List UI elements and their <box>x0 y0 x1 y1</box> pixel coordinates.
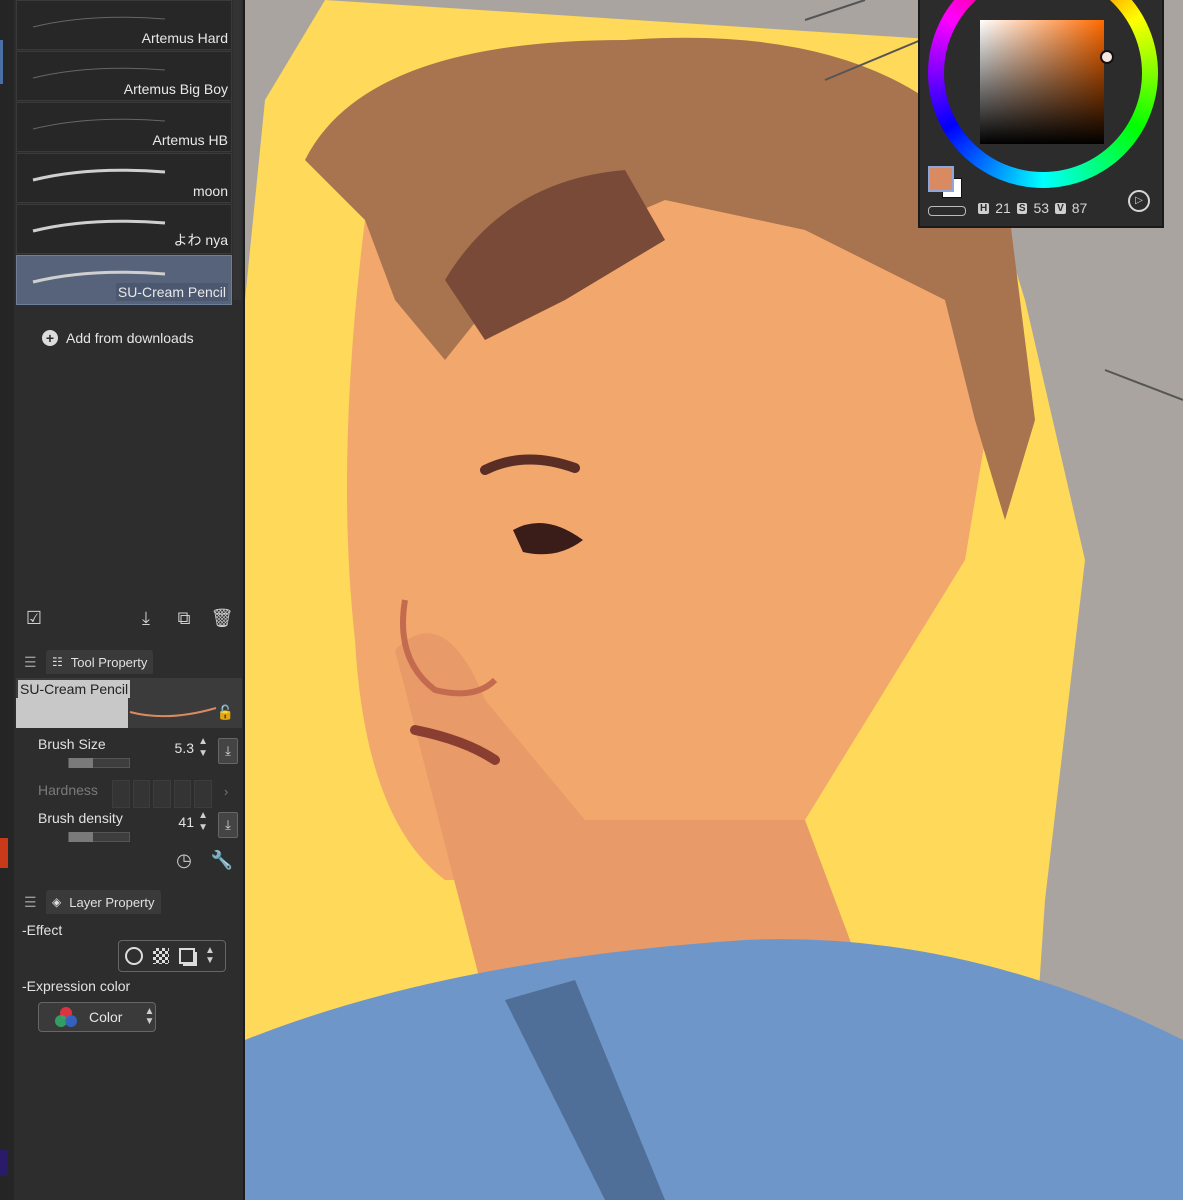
plus-circle-icon: + <box>42 330 58 346</box>
brush-density-slider[interactable] <box>68 832 130 842</box>
stopwatch-icon[interactable]: ◷ <box>172 848 196 872</box>
dock-highlight <box>0 40 3 84</box>
brush-density-value[interactable]: 41 <box>178 814 194 830</box>
effect-label: -Effect <box>22 922 63 938</box>
layers-icon: ◈ <box>52 895 62 909</box>
brush-size-row: Brush Size 5.3 ▲ ▼ ⤓ <box>28 736 238 776</box>
brush-density-download-icon[interactable]: ⤓ <box>218 812 238 838</box>
hardness-selector[interactable] <box>112 780 212 808</box>
brush-size-download-icon[interactable]: ⤓ <box>218 738 238 764</box>
expression-color-select[interactable]: Color ▲ ▼ <box>38 1002 156 1032</box>
brush-name: Artemus Hard <box>141 30 228 46</box>
expression-color-stepper[interactable]: ▲ ▼ <box>144 1007 154 1027</box>
sub-tool-toolbar: ☑ ⤓ ⧉ 🗑 <box>14 606 243 636</box>
brush-name: SU-Cream Pencil <box>115 283 228 301</box>
h-value: 21 <box>995 200 1011 216</box>
trash-icon[interactable]: 🗑 <box>210 606 234 630</box>
select-all-icon[interactable]: ☑ <box>22 606 46 630</box>
brush-stroke-preview <box>32 219 166 233</box>
main-color-swatch[interactable] <box>928 166 954 192</box>
brush-list: Artemus Hard Artemus Big Boy Artemus HB moo… <box>16 0 232 306</box>
brush-name: moon <box>192 183 228 199</box>
lock-icon[interactable]: 🔓 <box>217 704 234 721</box>
color-wheel-panel: H 21 S 53 V 87 ▷ <box>918 0 1164 228</box>
layer-property-tab-label: Layer Property <box>69 894 155 910</box>
brush-name: Artemus HB <box>152 132 228 148</box>
grip-icon[interactable]: ☰ <box>24 894 37 911</box>
brush-stroke-preview <box>32 118 166 130</box>
add-from-downloads-button[interactable]: + Add from downloads <box>42 330 194 346</box>
brush-item[interactable]: よわ nya <box>16 204 232 254</box>
import-icon[interactable]: ⤓ <box>134 606 158 630</box>
brush-list-scrollbar[interactable] <box>233 0 241 300</box>
tab-tool-property[interactable]: ☷ Tool Property <box>46 650 154 674</box>
expression-color-label: -Expression color <box>22 978 131 994</box>
brush-item[interactable]: Artemus HB <box>16 102 232 152</box>
tool-property-footer: ◷ 🔧 <box>14 848 243 878</box>
tool-property-header: ☰ ☷ Tool Property <box>14 650 243 674</box>
saturation-value-square[interactable] <box>980 20 1114 144</box>
brush-name: よわ nya <box>173 232 228 248</box>
hsv-readout: H 21 S 53 V 87 <box>978 200 1087 216</box>
tool-property-tab-label: Tool Property <box>70 654 148 670</box>
brush-density-label: Brush density <box>38 810 123 826</box>
tool-preview-swatch <box>16 698 128 728</box>
effect-selector[interactable]: ▲ ▼ <box>118 940 226 972</box>
brush-name: Artemus Big Boy <box>123 81 228 97</box>
duplicate-icon[interactable]: ⧉ <box>172 606 196 630</box>
tab-layer-property[interactable]: ◈ Layer Property <box>46 890 161 914</box>
sliders-icon: ☷ <box>52 655 63 669</box>
dock-color-chip-red[interactable] <box>0 838 8 868</box>
tool-preview-stroke <box>129 707 217 718</box>
brush-size-stepper[interactable]: ▲ ▼ <box>198 736 208 760</box>
brush-item[interactable]: Artemus Hard <box>16 0 232 50</box>
hardness-label: Hardness <box>38 782 98 798</box>
brush-density-stepper[interactable]: ▲ ▼ <box>198 810 208 834</box>
play-icon[interactable]: ▷ <box>1128 190 1150 212</box>
brush-item[interactable]: SU-Cream Pencil <box>16 255 232 305</box>
brush-size-value[interactable]: 5.3 <box>175 740 194 756</box>
s-label: S <box>1016 202 1028 214</box>
border-effect-icon[interactable] <box>125 947 143 965</box>
brush-size-slider[interactable] <box>68 758 130 768</box>
grip-icon[interactable]: ☰ <box>24 654 37 671</box>
rgb-icon <box>55 1007 77 1027</box>
add-from-downloads-label: Add from downloads <box>66 330 194 346</box>
left-dock-strip <box>0 0 15 1200</box>
layer-color-effect-icon[interactable] <box>179 948 195 964</box>
tool-name: SU-Cream Pencil <box>18 680 131 698</box>
dock-color-chip-purple[interactable] <box>0 1150 8 1176</box>
h-label: H <box>978 202 990 214</box>
brush-size-label: Brush Size <box>38 736 106 752</box>
brush-density-row: Brush density 41 ▲ ▼ ⤓ <box>28 810 238 850</box>
sub-tool-panel: Artemus Hard Artemus Big Boy Artemus HB moo… <box>14 0 245 1200</box>
wrench-icon[interactable]: 🔧 <box>210 848 234 872</box>
transparent-color-toggle[interactable] <box>928 206 966 216</box>
layer-property-header: ☰ ◈ Layer Property <box>14 890 243 914</box>
tool-preview: SU-Cream Pencil 🔓 <box>16 678 242 728</box>
color-picker-knob[interactable] <box>1100 50 1114 64</box>
v-label: V <box>1055 202 1066 214</box>
brush-stroke-preview <box>32 168 166 182</box>
tone-effect-icon[interactable] <box>153 948 169 964</box>
chevron-right-icon[interactable]: › <box>224 784 228 799</box>
v-value: 87 <box>1071 200 1088 216</box>
s-value: 53 <box>1033 200 1050 216</box>
brush-item[interactable]: Artemus Big Boy <box>16 51 232 101</box>
effect-stepper[interactable]: ▲ ▼ <box>205 946 215 966</box>
brush-item[interactable]: moon <box>16 153 232 203</box>
expression-color-value: Color <box>89 1009 123 1025</box>
